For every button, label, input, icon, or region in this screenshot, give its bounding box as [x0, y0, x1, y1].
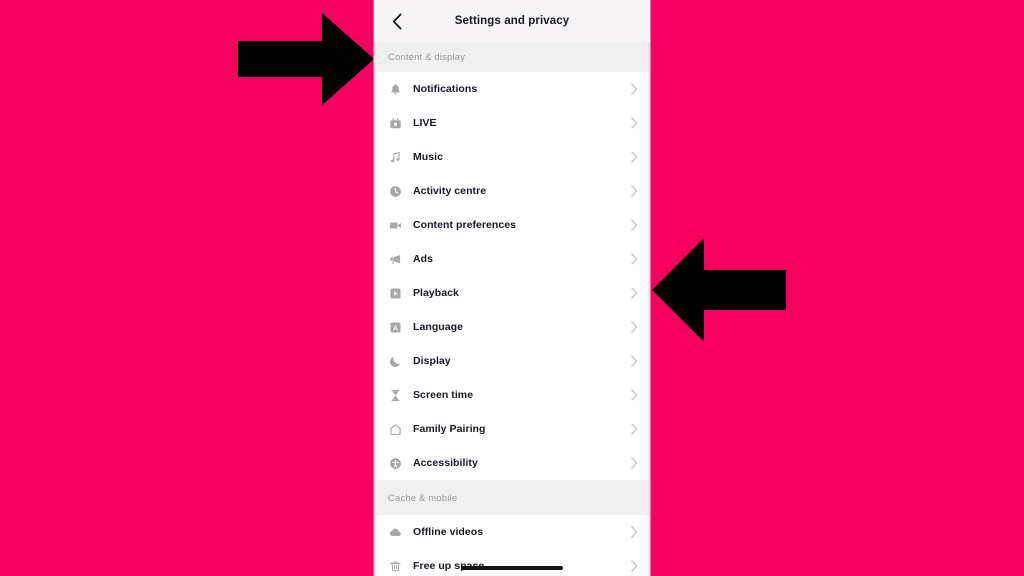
letter-a-icon: A — [388, 320, 403, 335]
screenshot-stage: Settings and privacy Content & display N… — [0, 0, 1024, 576]
live-video-icon — [388, 116, 403, 131]
list-item-notifications[interactable]: Notifications — [374, 72, 650, 106]
annotation-arrow-left — [652, 238, 786, 342]
list-item-free-up-space[interactable]: Free up space — [374, 549, 650, 576]
list-item-language[interactable]: A Language — [374, 310, 650, 344]
list-item-ads[interactable]: Ads — [374, 242, 650, 276]
page-title: Settings and privacy — [454, 15, 570, 27]
list-item-label: Content preferences — [413, 219, 517, 231]
list-item-music[interactable]: Music — [374, 140, 650, 174]
list-item-playback[interactable]: Playback — [374, 276, 650, 310]
chevron-right-icon — [631, 185, 638, 197]
chevron-right-icon — [631, 219, 638, 231]
accessibility-icon — [388, 456, 403, 471]
list-item-screen-time[interactable]: Screen time — [374, 378, 650, 412]
chevron-right-icon — [631, 83, 638, 95]
section-header-content-display: Content & display — [374, 42, 650, 72]
chevron-right-icon — [631, 389, 638, 401]
list-item-label: Notifications — [413, 83, 478, 95]
chevron-right-icon — [631, 321, 638, 333]
list-item-label: LIVE — [413, 117, 437, 129]
list-item-live[interactable]: LIVE — [374, 106, 650, 140]
play-square-icon — [388, 286, 403, 301]
trash-icon — [388, 559, 403, 574]
settings-list-content-display: Notifications LIVE Music Activity centre… — [374, 72, 650, 480]
list-item-display[interactable]: Display — [374, 344, 650, 378]
chevron-right-icon — [631, 287, 638, 299]
bell-icon — [388, 82, 403, 97]
list-item-content-preferences[interactable]: Content preferences — [374, 208, 650, 242]
chevron-right-icon — [631, 355, 638, 367]
clock-icon — [388, 184, 403, 199]
chevron-right-icon — [631, 117, 638, 129]
list-item-label: Music — [413, 151, 444, 163]
chevron-right-icon — [631, 151, 638, 163]
list-item-label: Screen time — [413, 389, 474, 401]
chevron-right-icon — [631, 526, 638, 538]
app-topbar: Settings and privacy — [374, 0, 650, 42]
svg-text:A: A — [393, 325, 398, 332]
list-item-accessibility[interactable]: Accessibility — [374, 446, 650, 480]
chevron-right-icon — [631, 253, 638, 265]
chevron-right-icon — [631, 560, 638, 572]
chevron-right-icon — [631, 457, 638, 469]
hourglass-icon — [388, 388, 403, 403]
list-item-activity-centre[interactable]: Activity centre — [374, 174, 650, 208]
chevron-left-icon — [392, 13, 403, 30]
phone-screen-panel: Settings and privacy Content & display N… — [374, 0, 650, 576]
chevron-right-icon — [631, 423, 638, 435]
annotation-arrow-right — [238, 13, 374, 105]
list-item-label: Offline videos — [413, 526, 484, 538]
list-item-offline-videos[interactable]: Offline videos — [374, 515, 650, 549]
list-item-family-pairing[interactable]: Family Pairing — [374, 412, 650, 446]
list-item-label: Accessibility — [413, 457, 478, 469]
cloud-download-icon — [388, 525, 403, 540]
list-item-label: Activity centre — [413, 185, 487, 197]
home-icon — [388, 422, 403, 437]
list-item-label: Playback — [413, 287, 459, 299]
list-item-label: Family Pairing — [413, 423, 486, 435]
music-note-icon — [388, 150, 403, 165]
megaphone-icon — [388, 252, 403, 267]
list-item-label: Display — [413, 355, 451, 367]
back-button[interactable] — [382, 0, 412, 42]
moon-icon — [388, 354, 403, 369]
home-indicator — [461, 566, 563, 570]
list-item-label: Ads — [413, 253, 433, 265]
section-header-cache-mobile: Cache & mobile — [374, 480, 650, 515]
list-item-label: Language — [413, 321, 463, 333]
video-camera-icon — [388, 218, 403, 233]
